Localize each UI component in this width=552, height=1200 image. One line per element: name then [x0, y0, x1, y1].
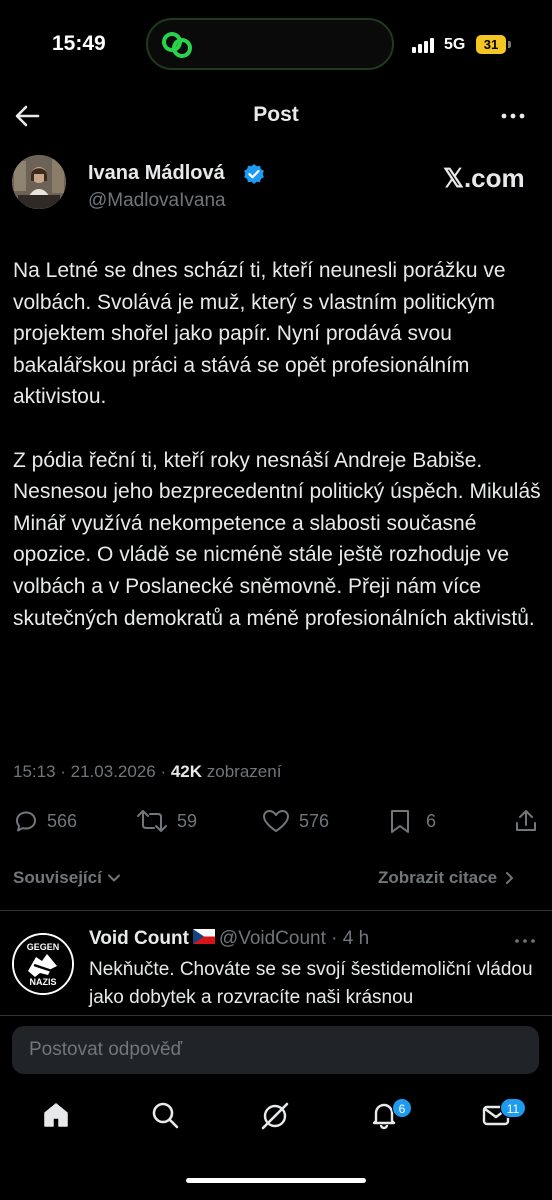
- reply-icon: [16, 811, 36, 832]
- post-meta: 15:13 · 21.03.2026 · 42K zobrazení: [13, 762, 281, 782]
- gegen-nazis-logo: GEGEN NAZIS: [14, 935, 72, 993]
- notifications-badge: 6: [392, 1098, 412, 1118]
- home-icon[interactable]: [41, 1100, 71, 1130]
- status-time: 15:49: [52, 32, 106, 55]
- avatar-text-bottom: NAZIS: [30, 977, 57, 987]
- messages-badge: 11: [500, 1098, 526, 1118]
- divider: [0, 1015, 552, 1016]
- related-label: Související: [13, 868, 102, 887]
- reply-count: 566: [47, 810, 78, 831]
- chevron-down-icon: [107, 874, 120, 882]
- reply-avatar[interactable]: GEGEN NAZIS: [12, 933, 74, 995]
- verified-badge-icon: [244, 164, 264, 184]
- post-timestamp: 15:13 · 21.03.2026 ·: [13, 762, 171, 781]
- chevron-right-icon: [506, 872, 514, 884]
- like-button[interactable]: 576: [261, 808, 329, 834]
- share-icon: [516, 810, 536, 831]
- dynamic-island[interactable]: [146, 18, 394, 70]
- repost-count: 59: [177, 810, 198, 831]
- search-icon[interactable]: [150, 1100, 180, 1130]
- avatar-photo: [12, 155, 66, 209]
- bookmark-icon: [391, 810, 409, 833]
- xcom-watermark: 𝕏.com: [443, 163, 525, 193]
- share-button[interactable]: [513, 808, 539, 834]
- home-indicator[interactable]: [186, 1178, 366, 1183]
- author-avatar[interactable]: [12, 155, 66, 209]
- like-count: 576: [299, 810, 330, 831]
- reply-button[interactable]: 566: [13, 808, 77, 834]
- bookmark-button[interactable]: 6: [388, 808, 436, 834]
- repost-button[interactable]: 59: [135, 808, 197, 834]
- page-title: Post: [253, 103, 299, 126]
- cellular-signal-icon: [412, 38, 434, 53]
- post-paragraph: Z pódia řeční ti, kteří roky nesnáší And…: [13, 448, 541, 630]
- post-body: Na Letné se dnes schází ti, kteří neunes…: [13, 255, 543, 666]
- related-toggle[interactable]: Související: [13, 868, 122, 888]
- author-handle[interactable]: @MadlovaIvana: [88, 190, 226, 212]
- battery-cap: [508, 41, 511, 48]
- grok-icon[interactable]: [259, 1100, 291, 1132]
- avatar-text-top: GEGEN: [27, 942, 60, 952]
- reply-author-handle: @VoidCount · 4 h: [218, 928, 370, 949]
- view-quotes-link[interactable]: Zobrazit citace: [378, 868, 517, 888]
- repost-icon: [137, 810, 167, 832]
- reply-compose-input[interactable]: Postovat odpověď: [12, 1026, 539, 1074]
- battery-icon: 31: [476, 35, 506, 54]
- flag-icon: [192, 928, 215, 950]
- reply-more-icon[interactable]: [514, 934, 536, 948]
- reply-header[interactable]: Void Count @VoidCount · 4 h: [89, 928, 369, 950]
- bookmark-count: 6: [426, 810, 437, 831]
- quotes-label: Zobrazit citace: [378, 868, 498, 887]
- more-options-icon[interactable]: [500, 104, 526, 128]
- views-count[interactable]: 42K: [171, 762, 202, 781]
- author-name[interactable]: Ivana Mádlová: [88, 162, 225, 185]
- network-type: 5G: [444, 36, 466, 53]
- post-paragraph: Na Letné se dnes schází ti, kteří neunes…: [13, 259, 506, 409]
- views-label: zobrazení: [202, 762, 282, 781]
- reply-body: Nekňučte. Chováte se se svojí šestidemol…: [89, 959, 533, 1008]
- reply-author-name: Void Count: [89, 928, 189, 949]
- heart-icon: [263, 810, 289, 832]
- divider: [0, 910, 552, 911]
- link-app-icon: [162, 32, 192, 58]
